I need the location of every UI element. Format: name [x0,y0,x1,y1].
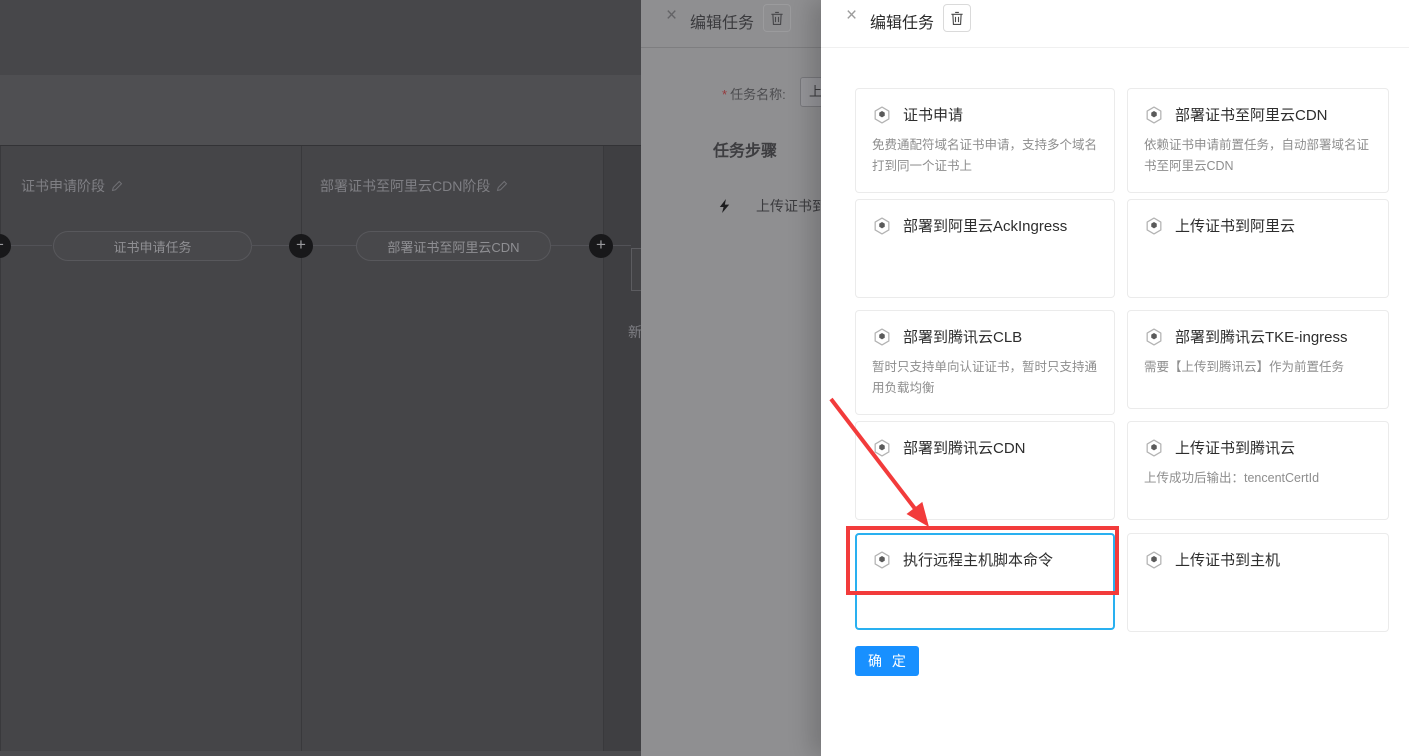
add-task-button[interactable]: + [289,234,313,258]
plugin-hexagon-icon [1144,105,1164,125]
node-connector [613,245,631,246]
stage-column-1: 证书申请阶段 证书申请任务 [0,146,302,751]
stage-title-3: 新阶段 [628,322,641,342]
stage-title-1: 证书申请阶段 [21,176,123,196]
plugin-card-desc: 暂时只支持单向认证证书，暂时只支持通用负载均衡 [872,357,1098,399]
delete-task-button[interactable] [943,4,971,32]
plugin-card-upload-tencent[interactable]: 上传证书到腾讯云 上传成功后输出：tencentCertId [1127,421,1389,520]
trash-icon [770,11,784,26]
plugin-card-title: 部署证书至阿里云CDN [1175,104,1328,125]
plugin-hexagon-icon [872,438,892,458]
drawer-title: 编辑任务 [690,9,754,33]
plugin-hexagon-icon [1144,327,1164,347]
close-icon[interactable]: × [846,6,857,26]
plugin-hexagon-icon [872,327,892,347]
task-steps-heading: 任务步骤 [713,137,777,161]
field-label-text: 任务名称: [730,87,786,102]
edit-stage-icon[interactable] [496,180,508,192]
edit-stage-icon[interactable] [111,180,123,192]
plugin-hexagon-icon [872,550,892,570]
task-node[interactable]: 证书申请任务 [53,231,252,261]
add-task-button[interactable]: + [589,234,613,258]
plugin-hexagon-icon [872,105,892,125]
plugin-hexagon-icon [1144,438,1164,458]
plugin-card-title: 上传证书到阿里云 [1175,215,1295,236]
plugin-card-title: 部署到阿里云AckIngress [903,215,1067,236]
plugin-card-title: 部署到腾讯云CDN [903,437,1026,458]
plugin-card-title: 上传证书到腾讯云 [1175,437,1295,458]
stage-title-text: 证书申请阶段 [21,176,105,196]
plugin-card-title: 证书申请 [903,104,963,125]
stage-column-2: 部署证书至阿里云CDN阶段 部署证书至阿里云CDN [302,146,604,751]
plugin-card-desc: 免费通配符域名证书申请，支持多个域名打到同一个证书上 [872,135,1098,177]
trash-icon [950,11,964,26]
plugin-card-title: 执行远程主机脚本命令 [903,549,1053,570]
divider [821,47,1409,48]
plugin-card-tencent-clb[interactable]: 部署到腾讯云CLB 暂时只支持单向认证证书，暂时只支持通用负载均衡 [855,310,1115,415]
plugin-card-desc: 依赖证书申请前置任务，自动部署域名证书至阿里云CDN [1144,135,1372,177]
stage-title-2: 部署证书至阿里云CDN阶段 [320,176,508,196]
close-icon[interactable]: × [666,6,677,26]
plugin-hexagon-icon [872,216,892,236]
task-node[interactable]: 部署证书至阿里云CDN [356,231,551,261]
app-screen: 证书申请阶段 证书申请任务 部署证书至阿里云CDN阶段 部署证书至阿里云CDN … [0,0,1409,756]
node-connector [251,245,289,246]
drawer-title: 编辑任务 [870,9,934,33]
edit-task-drawer-back: × 编辑任务 *任务名称: 上 任务步骤 上传证书到主机 [641,0,821,756]
plugin-card-ack-ingress[interactable]: 部署到阿里云AckIngress [855,199,1115,298]
plugin-card-title: 部署到腾讯云TKE-ingress [1175,326,1348,347]
task-name-field-label: *任务名称: [722,84,786,103]
delete-task-button[interactable] [763,4,791,32]
plugin-card-desc: 上传成功后输出：tencentCertId [1144,468,1372,489]
divider [641,47,821,48]
plugin-card-upload-host[interactable]: 上传证书到主机 [1127,533,1389,632]
plugin-card-upload-aliyun[interactable]: 上传证书到阿里云 [1127,199,1389,298]
plugin-card-tencent-cdn[interactable]: 部署到腾讯云CDN [855,421,1115,520]
plugin-card-title: 部署到腾讯云CLB [903,326,1022,347]
plugin-card-remote-script-selected[interactable]: 执行远程主机脚本命令 [855,533,1115,630]
edit-task-drawer-front: × 编辑任务 证书申请 免费通配符域名证书申请，支持多个域名打到同一个证书上 部… [821,0,1409,756]
plugin-hexagon-icon [1144,216,1164,236]
plugin-card-desc: 需要【上传到腾讯云】作为前置任务 [1144,357,1372,378]
stage-title-text: 部署证书至阿里云CDN阶段 [320,176,490,196]
node-connector [551,245,589,246]
confirm-button[interactable]: 确 定 [855,646,919,676]
plugin-card-cert-apply[interactable]: 证书申请 免费通配符域名证书申请，支持多个域名打到同一个证书上 [855,88,1115,193]
node-connector [313,245,356,246]
lightning-icon [717,198,732,214]
plugin-card-tke-ingress[interactable]: 部署到腾讯云TKE-ingress 需要【上传到腾讯云】作为前置任务 [1127,310,1389,409]
plugin-card-title: 上传证书到主机 [1175,549,1280,570]
plugin-card-deploy-alicdn[interactable]: 部署证书至阿里云CDN 依赖证书申请前置任务，自动部署域名证书至阿里云CDN [1127,88,1389,193]
plugin-hexagon-icon [1144,550,1164,570]
required-mark: * [722,87,727,102]
